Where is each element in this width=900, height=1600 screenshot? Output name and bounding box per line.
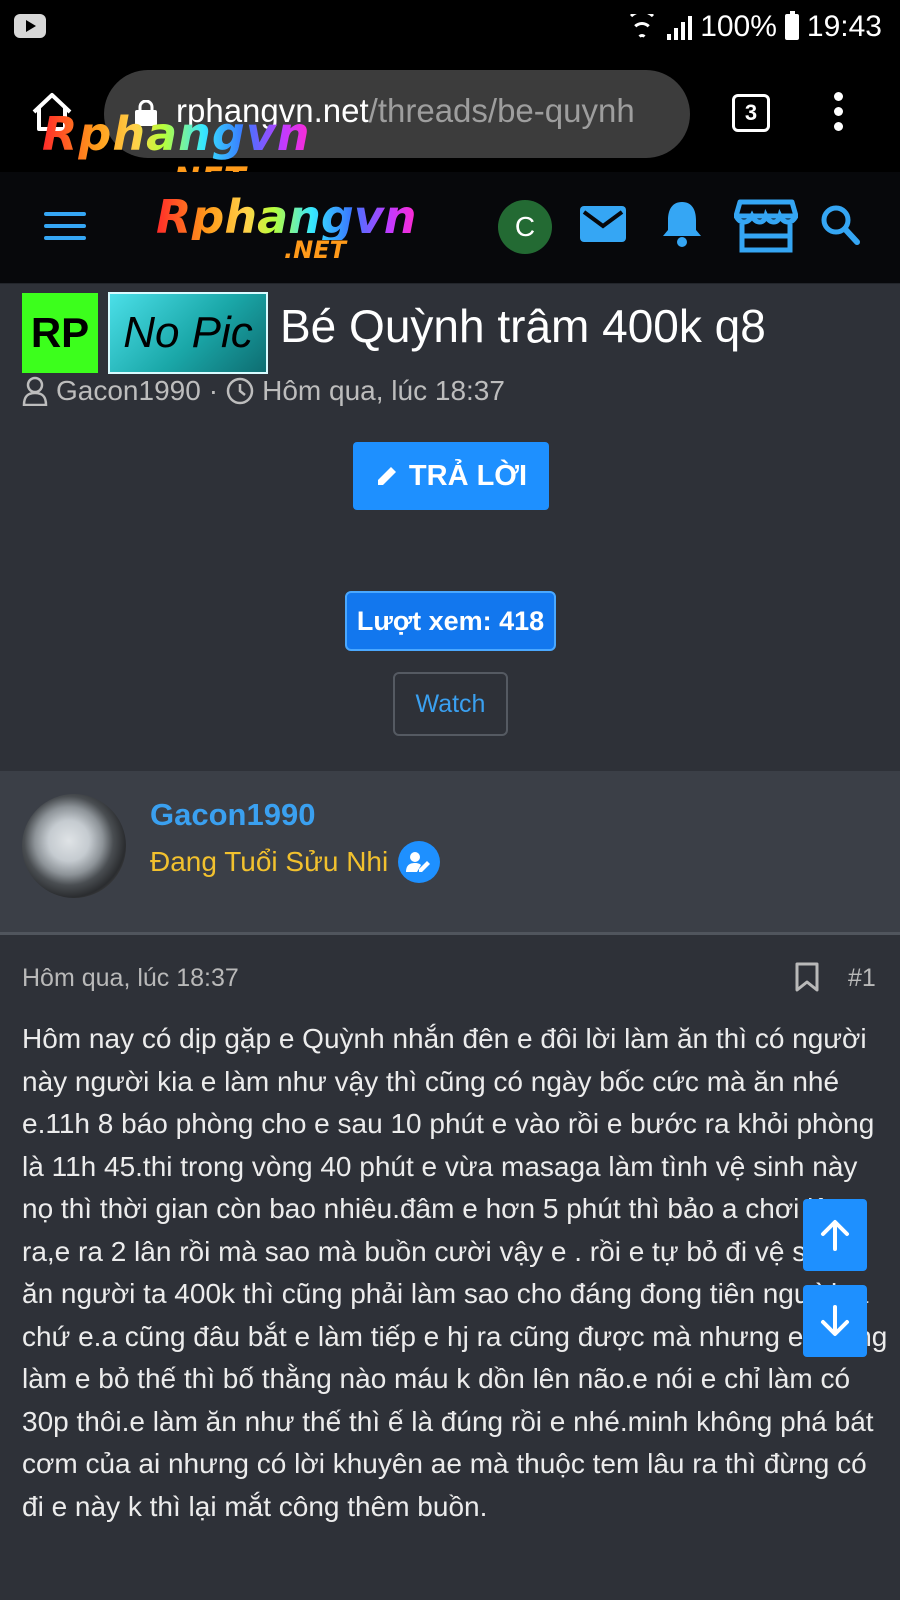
battery-icon — [784, 11, 799, 40]
url-path: /threads/be-quynh — [368, 92, 635, 129]
battery-percent: 100% — [700, 10, 777, 43]
wifi-icon — [625, 14, 659, 40]
user-edit-badge-icon[interactable] — [398, 841, 441, 883]
floating-logo-text: Rphangvn — [42, 107, 311, 161]
scroll-top-button[interactable] — [803, 1199, 867, 1271]
store-icon[interactable] — [734, 198, 798, 254]
thread-title: Bé Quỳnh trâm 400k q8 — [280, 300, 766, 352]
scroll-bottom-button[interactable] — [803, 1285, 867, 1357]
prefix-nopic-badge[interactable]: No Pic — [108, 292, 268, 374]
status-bar: 100% 19:43 — [0, 0, 900, 54]
status-right: 100% 19:43 — [625, 8, 882, 46]
youtube-notification-icon — [14, 14, 46, 38]
clock-icon — [226, 377, 254, 405]
post-body: Hôm qua, lúc 18:37 #1 Hôm nay có dịp gặp… — [0, 938, 900, 1600]
views-counter-button[interactable]: Lượt xem: 418 — [345, 591, 556, 651]
avatar[interactable] — [22, 794, 126, 898]
user-icon — [22, 376, 48, 406]
thread-meta: Gacon1990 · Hôm qua, lúc 18:37 — [22, 375, 505, 407]
thread-author-link[interactable]: Gacon1990 — [56, 375, 201, 407]
post-message-text: Hôm nay có dịp gặp e Quỳnh nhắn đên e đô… — [22, 1023, 888, 1522]
pencil-icon — [377, 467, 396, 485]
mail-icon[interactable] — [580, 206, 626, 242]
reply-button-label: TRẢ LỜI — [408, 459, 528, 492]
post-number-link[interactable]: #1 — [848, 964, 876, 993]
meta-separator: · — [208, 375, 219, 406]
clock-time: 19:43 — [806, 10, 882, 43]
post-username[interactable]: Gacon1990 — [150, 797, 315, 833]
site-logo-suffix: .NET — [284, 236, 346, 264]
watch-button[interactable]: Watch — [393, 672, 508, 736]
browser-toolbar: rphangvn.net/threads/be-quynh 3 Rphangvn… — [0, 54, 900, 198]
post-date-link[interactable]: Hôm qua, lúc 18:37 — [22, 964, 239, 993]
site-logo-text: Rphangvn — [156, 190, 417, 244]
user-title-text: Đang Tuổi Sửu Nhi — [150, 846, 389, 877]
bookmark-icon[interactable] — [794, 962, 820, 992]
thread-date-link[interactable]: Hôm qua, lúc 18:37 — [262, 375, 505, 407]
user-title: Đang Tuổi Sửu Nhi — [150, 841, 441, 883]
arrow-down-icon — [821, 1305, 849, 1336]
thread-header: RP No Pic Bé Quỳnh trâm 400k q8 Gacon199… — [0, 285, 900, 771]
hamburger-icon[interactable] — [44, 212, 86, 242]
arrow-up-icon — [821, 1220, 849, 1251]
site-header: Rphangvn .NET C — [0, 172, 900, 284]
bell-icon[interactable] — [660, 198, 704, 248]
signal-icon — [667, 14, 693, 40]
search-icon[interactable] — [820, 204, 860, 246]
browser-menu-icon[interactable] — [830, 92, 846, 136]
account-avatar[interactable]: C — [498, 200, 552, 254]
post-user-block: Gacon1990 Đang Tuổi Sửu Nhi — [0, 771, 900, 935]
prefix-rp-badge[interactable]: RP — [22, 293, 98, 373]
tab-switcher-button[interactable]: 3 — [732, 94, 770, 132]
site-logo[interactable]: Rphangvn .NET — [156, 190, 417, 264]
reply-button[interactable]: TRẢ LỜI — [353, 442, 549, 510]
